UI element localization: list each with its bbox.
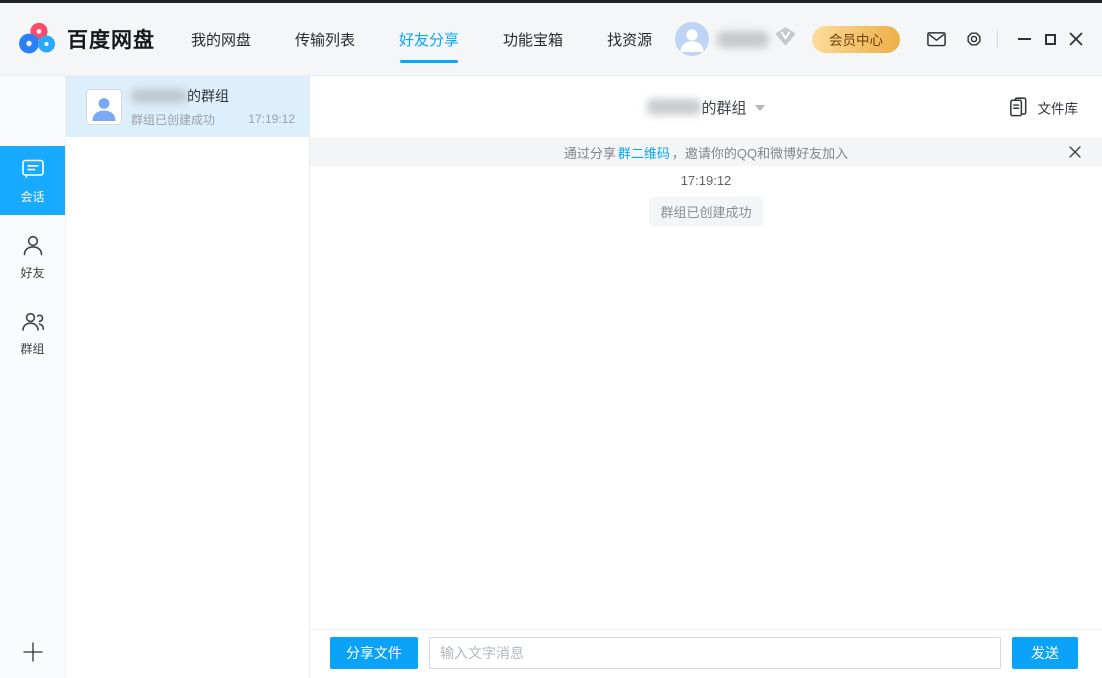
window-controls <box>1011 26 1089 52</box>
conversation-last-message: 群组已创建成功 <box>131 111 240 128</box>
file-library-label: 文件库 <box>1038 97 1079 117</box>
nav-tab-toolbox[interactable]: 功能宝箱 <box>481 3 585 75</box>
notice-close-icon[interactable] <box>1069 146 1081 158</box>
group-qr-code-link[interactable]: 群二维码 <box>618 143 670 162</box>
chat-panel: 的群组 文件库 通过分享 群二维码，邀请你的QQ和微博好友加入 <box>310 76 1102 678</box>
conversation-list: 的群组 群组已创建成功 17:19:12 <box>66 76 310 678</box>
baidu-netdisk-window: 百度网盘 我的网盘 传输列表 好友分享 功能宝箱 找资源 <box>0 0 1102 678</box>
redacted-group-owner-name <box>131 89 187 103</box>
send-button[interactable]: 发送 <box>1012 637 1078 669</box>
chevron-down-icon <box>755 105 765 111</box>
baidu-netdisk-logo-icon <box>18 21 58 57</box>
conversation-info: 的群组 群组已创建成功 17:19:12 <box>131 86 295 128</box>
brand: 百度网盘 <box>18 21 155 57</box>
conversation-title-suffix: 的群组 <box>187 86 229 106</box>
close-icon[interactable] <box>1063 26 1089 52</box>
sidebar-item-groups[interactable]: 群组 <box>0 298 65 367</box>
system-message-bubble: 群组已创建成功 <box>649 197 762 226</box>
maximize-icon[interactable] <box>1037 26 1063 52</box>
sidebar-item-label: 会话 <box>20 188 44 205</box>
conversation-list-item[interactable]: 的群组 群组已创建成功 17:19:12 <box>66 76 309 137</box>
person-icon <box>20 233 46 258</box>
redacted-group-owner-name <box>647 99 701 115</box>
user-avatar[interactable] <box>675 22 709 56</box>
sidebar: 会话 好友 <box>0 76 66 678</box>
message-input[interactable] <box>429 637 1001 669</box>
window-top-border <box>0 0 1102 3</box>
sidebar-item-friends[interactable]: 好友 <box>0 222 65 291</box>
people-icon <box>20 309 46 334</box>
conversation-time: 17:19:12 <box>248 112 295 126</box>
nav-tab-friend-share[interactable]: 好友分享 <box>377 3 481 75</box>
share-file-button[interactable]: 分享文件 <box>330 637 418 669</box>
message-composer: 分享文件 发送 <box>310 629 1102 678</box>
redacted-username <box>717 31 769 48</box>
header-right: 会员中心 <box>675 22 1102 56</box>
file-library-icon <box>1007 96 1030 119</box>
vip-center-button[interactable]: 会员中心 <box>812 26 900 53</box>
minimize-icon[interactable] <box>1011 26 1037 52</box>
chat-title-suffix: 的群组 <box>701 97 746 118</box>
file-library-button[interactable]: 文件库 <box>1007 96 1079 119</box>
gear-icon[interactable] <box>964 29 984 49</box>
mail-icon[interactable] <box>926 30 947 48</box>
sidebar-item-label: 好友 <box>20 264 44 281</box>
app-body: 会话 好友 <box>0 76 1102 678</box>
plus-icon[interactable] <box>21 640 45 664</box>
app-header: 百度网盘 我的网盘 传输列表 好友分享 功能宝箱 找资源 <box>0 3 1102 76</box>
notice-text-suffix: ，邀请你的QQ和微博好友加入 <box>672 143 848 162</box>
v-badge-icon[interactable] <box>775 27 796 51</box>
brand-name: 百度网盘 <box>67 24 155 54</box>
main-nav: 我的网盘 传输列表 好友分享 功能宝箱 找资源 <box>169 3 674 75</box>
message-timestamp: 17:19:12 <box>681 173 732 188</box>
chat-bubble-icon <box>20 157 46 182</box>
sidebar-item-conversations[interactable]: 会话 <box>0 146 65 215</box>
chat-header: 的群组 文件库 <box>310 76 1102 138</box>
notice-text-prefix: 通过分享 <box>564 143 616 162</box>
qr-invite-notice: 通过分享 群二维码，邀请你的QQ和微博好友加入 <box>310 138 1102 166</box>
nav-tab-transfer-list[interactable]: 传输列表 <box>273 3 377 75</box>
nav-tab-find-resources[interactable]: 找资源 <box>585 3 674 75</box>
message-area: 17:19:12 群组已创建成功 <box>310 166 1102 629</box>
chat-title-dropdown[interactable]: 的群组 <box>647 97 764 118</box>
sidebar-item-label: 群组 <box>20 340 44 357</box>
header-divider <box>997 30 998 48</box>
nav-tab-my-drive[interactable]: 我的网盘 <box>169 3 273 75</box>
group-avatar <box>86 89 122 125</box>
